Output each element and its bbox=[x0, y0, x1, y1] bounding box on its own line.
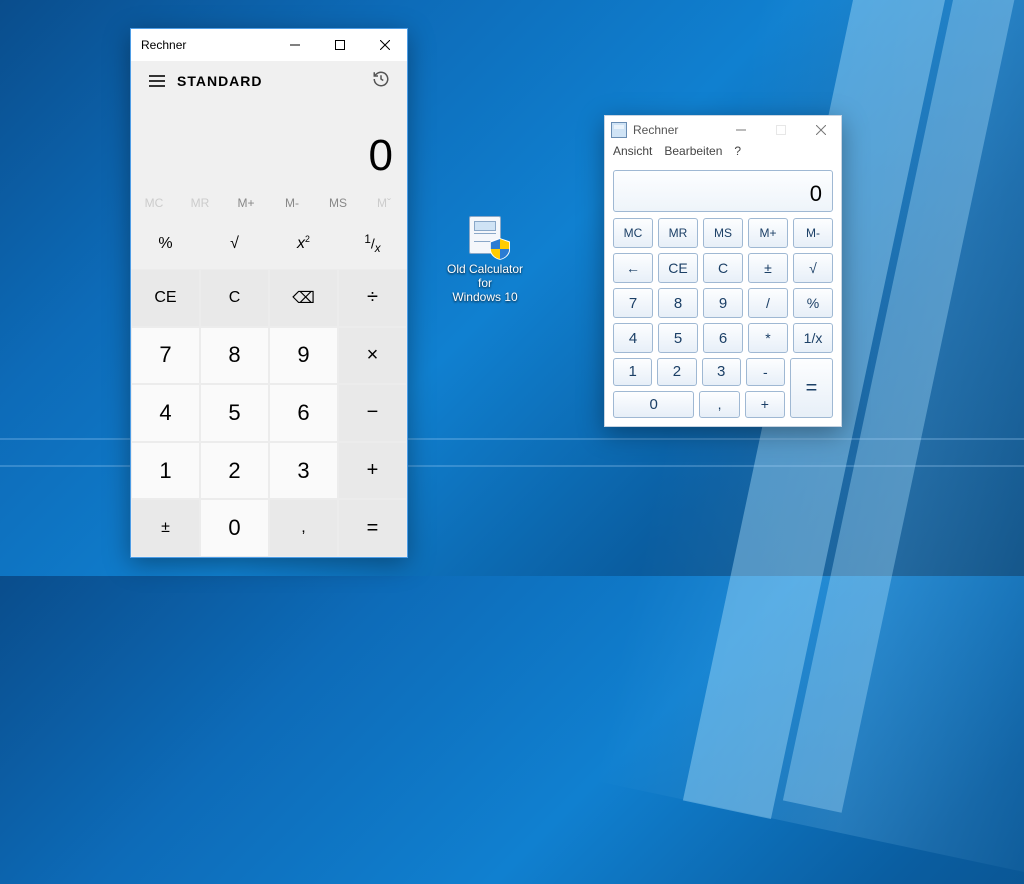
digit-7-button[interactable]: 7 bbox=[131, 327, 200, 385]
old-titlebar[interactable]: Rechner bbox=[605, 116, 841, 144]
c-button[interactable]: C bbox=[200, 269, 269, 327]
memory-row: MC MR M+ M- MS Mˇ bbox=[131, 187, 407, 219]
minimize-button[interactable] bbox=[272, 29, 317, 61]
backspace-button[interactable]: ⌫ bbox=[269, 269, 338, 327]
calculator-app-icon bbox=[611, 122, 627, 138]
old-menubar: Ansicht Bearbeiten ? bbox=[605, 144, 841, 166]
old-mr-button[interactable]: MR bbox=[658, 218, 698, 248]
old-plus-button[interactable]: + bbox=[745, 391, 785, 419]
digit-9-button[interactable]: 9 bbox=[269, 327, 338, 385]
negate-button[interactable]: ± bbox=[131, 499, 200, 557]
digit-4-button[interactable]: 4 bbox=[131, 384, 200, 442]
mode-label: STANDARD bbox=[177, 73, 263, 89]
recip-num: 1 bbox=[364, 233, 370, 246]
maximize-button[interactable] bbox=[317, 29, 362, 61]
old-digit-3-button[interactable]: 3 bbox=[702, 358, 741, 386]
calculator-old-window: Rechner Ansicht Bearbeiten ? 0 MC MR MS … bbox=[604, 115, 842, 427]
old-close-button[interactable] bbox=[801, 116, 841, 144]
old-minus-button[interactable]: - bbox=[746, 358, 785, 386]
reciprocal-button[interactable]: 1/x bbox=[338, 219, 407, 269]
old-divide-button[interactable]: / bbox=[748, 288, 788, 318]
old-reciprocal-button[interactable]: 1/x bbox=[793, 323, 833, 353]
plus-button[interactable]: + bbox=[338, 442, 407, 500]
digit-5-button[interactable]: 5 bbox=[200, 384, 269, 442]
close-button[interactable] bbox=[362, 29, 407, 61]
old-percent-button[interactable]: % bbox=[793, 288, 833, 318]
old-mc-button[interactable]: MC bbox=[613, 218, 653, 248]
shortcut-label-line2: Windows 10 bbox=[452, 290, 517, 304]
old-ce-button[interactable]: CE bbox=[658, 253, 698, 283]
digit-3-button[interactable]: 3 bbox=[269, 442, 338, 500]
old-sqrt-button[interactable]: √ bbox=[793, 253, 833, 283]
menu-view[interactable]: Ansicht bbox=[613, 144, 652, 166]
old-multiply-button[interactable]: * bbox=[748, 323, 788, 353]
calculator-modern-window: Rechner STANDARD 0 MC MR M+ M- MS Mˇ % √… bbox=[130, 28, 408, 558]
hamburger-menu-icon[interactable] bbox=[137, 61, 177, 101]
square-button[interactable]: x2 bbox=[269, 219, 338, 269]
old-mplus-button[interactable]: M+ bbox=[748, 218, 788, 248]
mplus-button[interactable]: M+ bbox=[223, 187, 269, 219]
function-row: % √ x2 1/x bbox=[131, 219, 407, 269]
old-digit-5-button[interactable]: 5 bbox=[658, 323, 698, 353]
keypad: CE C ⌫ ÷ 7 8 9 × 4 5 6 − 1 2 3 + ± 0 , = bbox=[131, 269, 407, 557]
old-digit-9-button[interactable]: 9 bbox=[703, 288, 743, 318]
uac-shield-icon bbox=[490, 238, 510, 260]
modern-titlebar[interactable]: Rechner bbox=[131, 29, 407, 61]
old-c-button[interactable]: C bbox=[703, 253, 743, 283]
old-backspace-button[interactable]: ← bbox=[613, 253, 653, 283]
ce-button[interactable]: CE bbox=[131, 269, 200, 327]
old-display: 0 bbox=[613, 170, 833, 212]
menu-edit[interactable]: Bearbeiten bbox=[664, 144, 722, 166]
sqrt-button[interactable]: √ bbox=[200, 219, 269, 269]
modern-window-title: Rechner bbox=[141, 38, 186, 52]
modern-display: 0 bbox=[131, 101, 407, 187]
multiply-button[interactable]: × bbox=[338, 327, 407, 385]
old-decimal-button[interactable]: , bbox=[699, 391, 739, 419]
old-ms-button[interactable]: MS bbox=[703, 218, 743, 248]
old-window-title: Rechner bbox=[633, 123, 678, 137]
percent-button[interactable]: % bbox=[131, 219, 200, 269]
old-negate-button[interactable]: ± bbox=[748, 253, 788, 283]
digit-1-button[interactable]: 1 bbox=[131, 442, 200, 500]
equals-button[interactable]: = bbox=[338, 499, 407, 557]
old-digit-8-button[interactable]: 8 bbox=[658, 288, 698, 318]
mminus-button[interactable]: M- bbox=[269, 187, 315, 219]
shortcut-label: Old Calculator for Windows 10 bbox=[440, 262, 530, 304]
digit-8-button[interactable]: 8 bbox=[200, 327, 269, 385]
old-digit-6-button[interactable]: 6 bbox=[703, 323, 743, 353]
shortcut-label-line1: Old Calculator for bbox=[447, 262, 523, 290]
old-minimize-button[interactable] bbox=[721, 116, 761, 144]
square-exp: 2 bbox=[305, 234, 310, 244]
old-digit-1-button[interactable]: 1 bbox=[613, 358, 652, 386]
digit-2-button[interactable]: 2 bbox=[200, 442, 269, 500]
old-digit-4-button[interactable]: 4 bbox=[613, 323, 653, 353]
old-mminus-button[interactable]: M- bbox=[793, 218, 833, 248]
old-digit-7-button[interactable]: 7 bbox=[613, 288, 653, 318]
old-maximize-button bbox=[761, 116, 801, 144]
desktop-shortcut-old-calculator[interactable]: Old Calculator for Windows 10 bbox=[440, 216, 530, 304]
calculator-icon bbox=[464, 216, 506, 258]
mc-button[interactable]: MC bbox=[131, 187, 177, 219]
mr-button[interactable]: MR bbox=[177, 187, 223, 219]
square-base: x bbox=[297, 235, 305, 253]
history-icon[interactable] bbox=[361, 70, 401, 93]
modern-header: STANDARD bbox=[131, 61, 407, 101]
old-keypad: MC MR MS M+ M- ← CE C ± √ 7 8 9 / % 4 5 … bbox=[605, 218, 841, 426]
old-equals-button[interactable]: = bbox=[790, 358, 833, 418]
recip-den: x bbox=[375, 242, 381, 255]
ms-button[interactable]: MS bbox=[315, 187, 361, 219]
menu-help[interactable]: ? bbox=[734, 144, 741, 166]
decimal-button[interactable]: , bbox=[269, 499, 338, 557]
digit-0-button[interactable]: 0 bbox=[200, 499, 269, 557]
old-digit-0-button[interactable]: 0 bbox=[613, 391, 694, 419]
old-digit-2-button[interactable]: 2 bbox=[657, 358, 696, 386]
digit-6-button[interactable]: 6 bbox=[269, 384, 338, 442]
minus-button[interactable]: − bbox=[338, 384, 407, 442]
mlist-button[interactable]: Mˇ bbox=[361, 187, 407, 219]
divide-button[interactable]: ÷ bbox=[338, 269, 407, 327]
